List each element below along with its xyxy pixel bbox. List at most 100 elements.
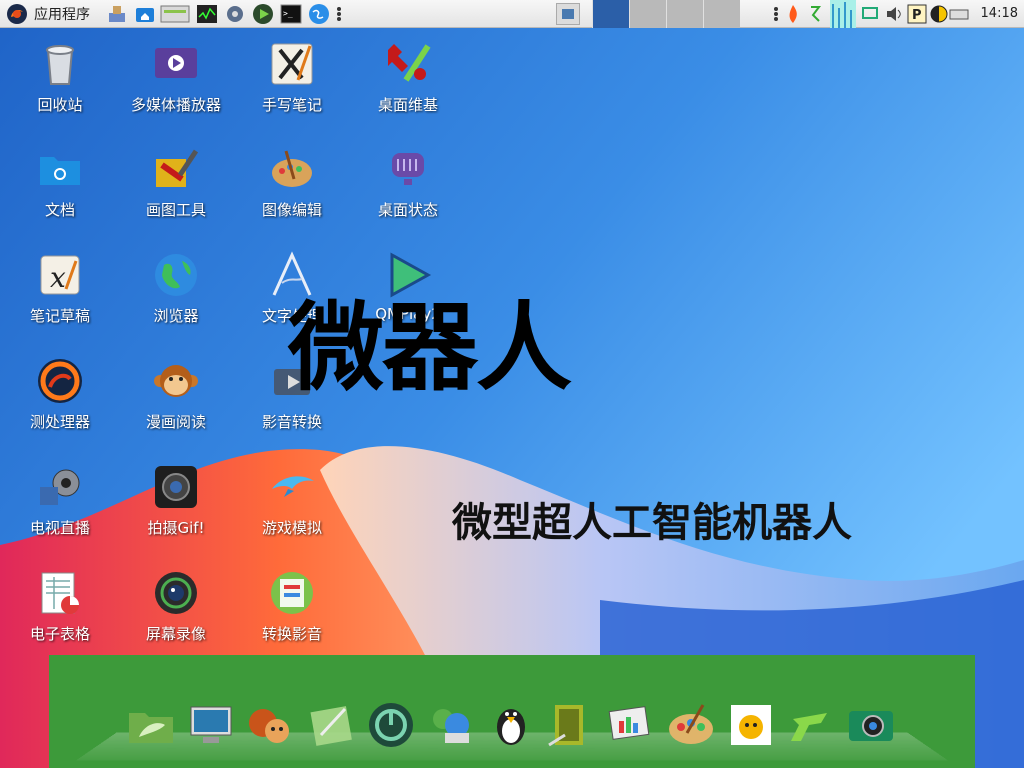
desktop-icon-label: 笔记草稿 [29,307,90,325]
desktop-icon-label: 屏幕录像 [145,625,206,643]
desktop-icon-label: 多媒体播放器 [130,96,221,114]
monkey-icon [154,365,198,397]
workspace-3[interactable] [666,0,703,28]
convert-media-icon [271,572,313,614]
desktop-icon-label: 手写笔记 [261,96,322,114]
settings-icon[interactable] [224,3,246,25]
folder-icon [40,157,80,185]
flame-icon[interactable] [782,3,804,25]
squirrel-icon [249,709,289,743]
taskbar-window-button[interactable] [556,3,580,25]
media-player-icon [155,48,197,78]
applications-menu-button[interactable]: 应用程序 [6,2,90,26]
desktop-icon-label: 桌面状态 [377,201,438,219]
leaf-folder-icon [129,713,173,743]
desktop-icon-label: 影音转换 [261,413,322,431]
desktop-icon-processor[interactable]: 测处理器 [5,357,115,432]
desktop-icon-label: 画图工具 [145,201,206,219]
dock-item-messenger[interactable] [425,699,477,751]
app-menu-logo-icon [7,4,27,24]
top-panel: 应用程序 >_ P 14:18 [0,0,1024,28]
desktop-icon-image-editor[interactable]: 图像编辑 [237,145,347,220]
workspace-2[interactable] [629,0,666,28]
desktop-icon-comic-reader[interactable]: 漫画阅读 [121,357,231,432]
desktop-icon-media-player[interactable]: 多媒体播放器 [121,40,231,115]
desktop-icon-label: 桌面维基 [377,96,438,114]
desktop-icon-convert-media[interactable]: 转换影音 [237,569,347,644]
desktop-icon-trash[interactable]: 回收站 [5,40,115,115]
dock-item-book[interactable] [545,699,597,751]
svg-text:>_: >_ [283,9,293,18]
dock-item-p-logo[interactable] [785,699,837,751]
dock-item-presentation[interactable] [605,699,657,751]
contrast-icon[interactable] [928,3,950,25]
desktop-icon-label: 拍摄Gif! [147,519,205,537]
desktop-icon-paint-tool[interactable]: 画图工具 [121,145,231,220]
presentation-icon [608,706,650,740]
desktop-icon-screen-record[interactable]: 屏幕录像 [121,569,231,644]
desktop-icon-label: 图像编辑 [261,201,322,219]
desktop-icon-gif-capture[interactable]: 拍摄Gif! [121,463,231,538]
screen-record-icon [155,572,197,614]
desktop-title-text: 微器人 [288,292,572,404]
handwriting-icon [271,43,313,85]
messenger-icon [433,709,469,743]
tray-handle-icon [774,7,778,21]
desktop-icon-game-emulator[interactable]: 游戏模拟 [237,463,347,538]
dock-item-notepad[interactable] [305,699,357,751]
desktop-icon-note-draft[interactable]: x 笔记草稿 [5,251,115,326]
notepad-icon [310,706,352,746]
system-monitor-icon[interactable] [196,3,218,25]
computer-icon [190,706,232,743]
panel-clock[interactable]: 14:18 [981,6,1018,21]
desktop-icon-browser[interactable]: 浏览器 [121,251,231,326]
power-icon [369,703,413,747]
dock-item-photo[interactable] [725,699,777,751]
paint-icon[interactable] [106,3,128,25]
more-icon[interactable] [334,3,344,25]
desktop-icon-documents[interactable]: 文档 [5,145,115,220]
desktop-icon-desktop-status[interactable]: 桌面状态 [353,145,463,220]
workspace-4[interactable] [703,0,740,28]
dock-item-leaf-folder[interactable] [125,699,177,751]
dock [49,655,975,768]
camera-icon [849,711,893,741]
spreadsheet-icon [41,572,79,614]
dock-item-power[interactable] [365,699,417,751]
keyboard-icon[interactable] [948,3,970,25]
desktop-icon-spreadsheet[interactable]: 电子表格 [5,569,115,644]
book-icon [548,705,583,747]
desktop-icon-label: 游戏模拟 [261,519,322,537]
p-logo-icon [791,713,827,741]
workspace-1[interactable] [592,0,629,28]
dock-item-computer[interactable] [185,699,237,751]
desktop-icon-label: 电子表格 [29,625,90,643]
penguin-icon [497,709,525,745]
desktop-icon-label: 电视直播 [29,519,90,537]
volume-icon[interactable] [884,3,906,25]
graph-icon[interactable] [830,0,856,28]
dock-item-penguin[interactable] [485,699,537,751]
dock-item-camera[interactable] [845,699,897,751]
desktop-icon-handwriting[interactable]: 手写笔记 [237,40,347,115]
dock-item-paint-palette[interactable] [665,699,717,751]
network-icon[interactable] [808,3,822,25]
xournal-icon: x [40,255,80,295]
p-icon[interactable]: P [906,3,928,25]
desktop-icon-live-tv[interactable]: 电视直播 [5,463,115,538]
terminal-icon[interactable]: >_ [280,3,302,25]
browser-globe-icon[interactable] [308,3,330,25]
dock-item-squirrel[interactable] [245,699,297,751]
play-icon[interactable] [252,3,274,25]
wiki-icon [388,44,431,82]
firefox-swirl-icon [38,359,82,403]
desktop-icon-label: 漫画阅读 [145,413,206,431]
paint-palette-icon [669,704,713,744]
desktop-icon-label: 测处理器 [29,413,90,431]
desktop-icon-label: 文档 [44,201,75,219]
home-folder-icon[interactable] [134,3,156,25]
desktop-icon-wiki[interactable]: 桌面维基 [353,40,463,115]
monitor-icon[interactable] [160,3,190,25]
sync-icon[interactable] [860,3,882,25]
svg-text:x: x [50,261,66,294]
